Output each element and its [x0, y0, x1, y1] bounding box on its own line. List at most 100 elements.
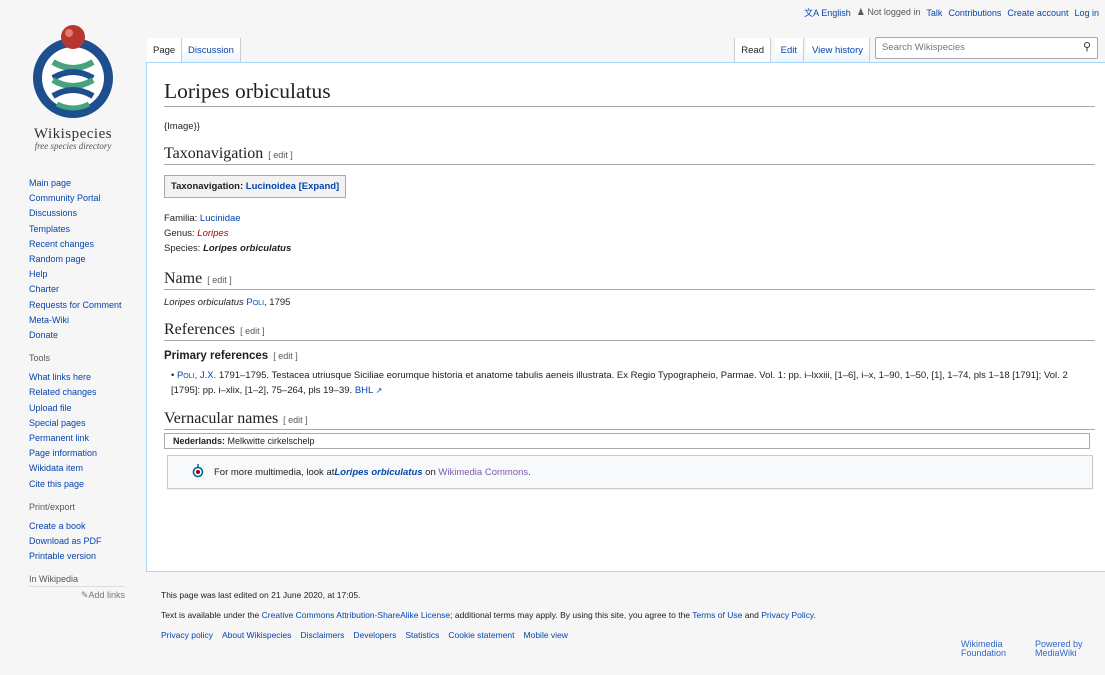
mediawiki-badge[interactable]: Powered by MediaWiki: [1035, 640, 1083, 658]
author-poli-link[interactable]: Poli: [246, 297, 264, 308]
sidebar-item-page-information[interactable]: Page information: [29, 448, 97, 458]
last-edited: This page was last edited on 21 June 202…: [161, 590, 361, 600]
sidebar-item-what-links-here[interactable]: What links here: [29, 372, 91, 382]
commons-icon: [192, 463, 204, 481]
taxobox-lucinoidea-link[interactable]: Lucinoidea: [246, 181, 296, 192]
footer-icons: Wikimedia Foundation Powered by MediaWik…: [961, 640, 1083, 658]
edit-section-name[interactable]: [ edit ]: [207, 275, 232, 285]
sidebar-item-meta-wiki[interactable]: Meta-Wiki: [29, 315, 69, 325]
image-placeholder: {Image}}: [164, 121, 200, 132]
bhl-link[interactable]: BHL: [355, 385, 373, 396]
vernacular-names-box: Nederlands: Melkwitte cirkelschelp: [164, 433, 1090, 449]
sidebar-item-requests-for-comment[interactable]: Requests for Comment: [29, 300, 122, 310]
taxonomy-list: Familia: Lucinidae Genus: Loripes Specie…: [164, 211, 1095, 256]
sidebar-navigation: Main page Community Portal Discussions T…: [0, 176, 140, 343]
main-content: Loripes orbiculatus {Image}} Taxonavigat…: [146, 62, 1105, 572]
sidebar-tools: Tools What links here Related changes Up…: [0, 353, 140, 492]
sidebar-item-community-portal[interactable]: Community Portal: [29, 193, 101, 203]
footer-developers[interactable]: Developers: [353, 630, 396, 640]
footer: This page was last edited on 21 June 202…: [161, 590, 1093, 658]
references-heading: References[ edit ]: [164, 321, 1095, 341]
taxonavigation-heading: Taxonavigation[ edit ]: [164, 145, 1095, 165]
edit-section-taxonavigation[interactable]: [ edit ]: [268, 150, 293, 160]
edit-section-primary-references[interactable]: [ edit ]: [273, 351, 298, 361]
wikispecies-logo-icon: [33, 25, 113, 118]
footer-about[interactable]: About Wikispecies: [222, 630, 291, 640]
user-icon: ♟: [856, 7, 865, 17]
sidebar-item-upload-file[interactable]: Upload file: [29, 403, 72, 413]
taxonavigation-box: Taxonavigation: Lucinoidea [Expand]: [164, 175, 347, 198]
sidebar-item-special-pages[interactable]: Special pages: [29, 418, 86, 428]
commons-box: For more multimedia, look at Loripes orb…: [167, 455, 1093, 489]
sidebar-item-recent-changes[interactable]: Recent changes: [29, 239, 94, 249]
footer-privacy-policy[interactable]: Privacy policy: [161, 630, 213, 640]
familia-row: Familia: Lucinidae: [164, 213, 241, 224]
reference-item: • Poli, J.X. 1791–1795. Testacea utriusq…: [171, 370, 1068, 396]
sidebar-item-create-book[interactable]: Create a book: [29, 521, 86, 531]
sidebar-item-random-page[interactable]: Random page: [29, 254, 86, 264]
genus-redlink[interactable]: Loripes: [197, 228, 228, 239]
tools-heading: Tools: [29, 353, 51, 364]
sidebar-item-donate[interactable]: Donate: [29, 330, 58, 340]
tab-discussion[interactable]: Discussion: [182, 38, 241, 63]
log-in-link[interactable]: Log in: [1074, 8, 1099, 18]
species-row: Species: Loripes orbiculatus: [164, 243, 292, 254]
sidebar-item-related-changes[interactable]: Related changes: [29, 387, 97, 397]
sidebar-item-wikidata-item[interactable]: Wikidata item: [29, 463, 83, 473]
sidebar: Main page Community Portal Discussions T…: [0, 172, 140, 611]
cc-license-link[interactable]: Creative Commons Attribution-ShareAlike …: [262, 610, 451, 620]
print-export-heading: Print/export: [29, 501, 76, 512]
footer-statistics[interactable]: Statistics: [405, 630, 439, 640]
sidebar-print-export: Print/export Create a book Download as P…: [0, 502, 140, 565]
translate-icon: 文A: [804, 8, 819, 18]
tab-read[interactable]: Read: [734, 38, 771, 63]
talk-link[interactable]: Talk: [926, 8, 942, 18]
not-logged-in: ♟ Not logged in: [856, 7, 921, 17]
wikimedia-commons-link[interactable]: Wikimedia Commons: [438, 467, 528, 478]
commons-species-link[interactable]: Loripes orbiculatus: [334, 467, 422, 478]
sidebar-item-charter[interactable]: Charter: [29, 284, 59, 294]
name-heading: Name[ edit ]: [164, 270, 1095, 290]
privacy-policy-link[interactable]: Privacy Policy: [761, 610, 813, 620]
sidebar-item-main-page[interactable]: Main page: [29, 178, 71, 188]
language-selector[interactable]: 文A English: [804, 6, 851, 19]
edit-section-references[interactable]: [ edit ]: [240, 326, 265, 336]
search-icon[interactable]: ⚲: [1083, 40, 1091, 53]
external-link-icon: ↗: [375, 386, 383, 395]
sidebar-interwiki: In Wikipedia ✎Add links: [0, 574, 140, 601]
sidebar-item-permanent-link[interactable]: Permanent link: [29, 433, 89, 443]
tab-edit[interactable]: Edit: [774, 38, 804, 63]
sidebar-item-help[interactable]: Help: [29, 269, 48, 279]
sidebar-item-discussions[interactable]: Discussions: [29, 208, 77, 218]
tab-view-history[interactable]: View history: [805, 38, 870, 63]
footer-cookie-statement[interactable]: Cookie statement: [448, 630, 514, 640]
license-line: Text is available under the Creative Com…: [161, 610, 816, 620]
logo-tagline: free species directory: [34, 141, 112, 151]
create-account-link[interactable]: Create account: [1007, 8, 1068, 18]
name-line: Loripes orbiculatus Poli, 1795: [164, 297, 291, 308]
terms-link[interactable]: Terms of Use: [692, 610, 742, 620]
personal-tools: 文A English ♟ Not logged in Talk Contribu…: [804, 6, 1099, 19]
search-input[interactable]: Search Wikispecies ⚲: [875, 37, 1098, 59]
add-links-button[interactable]: ✎Add links: [29, 590, 125, 601]
sidebar-item-templates[interactable]: Templates: [29, 224, 70, 234]
familia-link[interactable]: Lucinidae: [200, 213, 241, 224]
vernacular-heading: Vernacular names[ edit ]: [164, 410, 1095, 430]
taxobox-expand-toggle[interactable]: [Expand]: [299, 181, 340, 192]
primary-references-heading: Primary references[ edit ]: [164, 350, 298, 362]
footer-mobile-view[interactable]: Mobile view: [524, 630, 568, 640]
sidebar-item-download-pdf[interactable]: Download as PDF: [29, 536, 102, 546]
contributions-link[interactable]: Contributions: [948, 8, 1001, 18]
sidebar-item-printable-version[interactable]: Printable version: [29, 551, 96, 561]
genus-row: Genus: Loripes: [164, 228, 229, 239]
ref-author-link[interactable]: Poli, J.X.: [177, 370, 216, 381]
edit-section-vernacular[interactable]: [ edit ]: [283, 415, 308, 425]
in-wikipedia-heading: In Wikipedia: [29, 574, 125, 588]
sidebar-item-cite-this-page[interactable]: Cite this page: [29, 479, 84, 489]
species-name: Loripes orbiculatus: [203, 243, 292, 254]
footer-disclaimers[interactable]: Disclaimers: [300, 630, 344, 640]
page-title: Loripes orbiculatus: [164, 79, 1095, 107]
site-logo[interactable]: Wikispecies free species directory: [14, 22, 132, 152]
wikimedia-badge[interactable]: Wikimedia Foundation: [961, 640, 1009, 658]
tab-page[interactable]: Page: [147, 38, 183, 63]
